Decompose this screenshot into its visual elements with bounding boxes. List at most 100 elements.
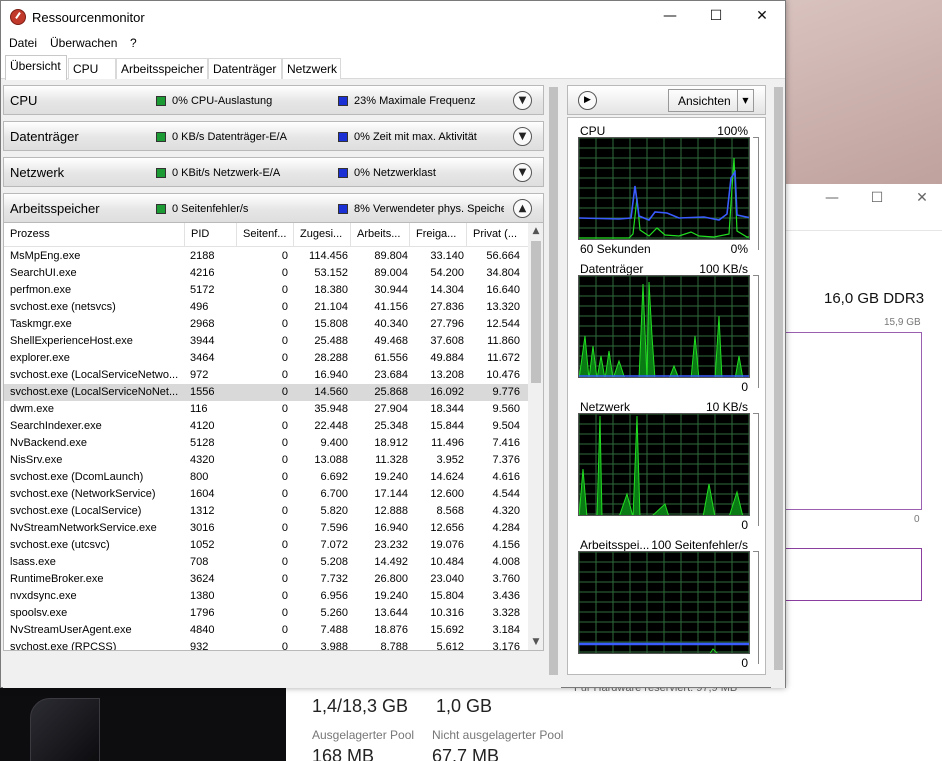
- chevron-up-icon[interactable]: ▲: [513, 199, 532, 218]
- disk-graph-scale: 100 KB/s: [699, 262, 748, 276]
- process-name-cell: nvxdsync.exe: [10, 590, 77, 602]
- table-row[interactable]: NvBackend.exe 5128 0 9.400 18.912 11.496 7.416: [4, 435, 528, 452]
- chevron-down-icon[interactable]: ▼: [513, 163, 532, 182]
- hard-faults-cell: 0: [281, 420, 288, 432]
- shareable-kb-cell: 23.040: [430, 573, 464, 585]
- table-row[interactable]: svchost.exe (DcomLaunch) 800 0 6.692 19.240 1…: [4, 469, 528, 486]
- bg-maximize-button[interactable]: ☐: [855, 184, 899, 212]
- process-pid-cell: 496: [190, 301, 209, 313]
- menu-help[interactable]: ?: [130, 36, 137, 50]
- table-row[interactable]: svchost.exe (LocalServiceNoNet... 1556 0 14…: [4, 384, 528, 401]
- table-scrollbar[interactable]: ▲ ▼: [528, 223, 543, 650]
- collapse-pane-icon[interactable]: ▶: [578, 91, 597, 110]
- dropdown-arrow-icon[interactable]: ▼: [737, 90, 753, 111]
- scrollbar-thumb[interactable]: [549, 87, 558, 675]
- graph-pane-scrollbar[interactable]: [771, 85, 785, 688]
- table-row[interactable]: Taskmgr.exe 2968 0 15.808 40.340 27.796 12.544: [4, 316, 528, 333]
- table-row[interactable]: svchost.exe (LocalService) 1312 0 5.820 12.8…: [4, 503, 528, 520]
- tab-cpu[interactable]: CPU: [68, 58, 116, 79]
- hard-faults-cell: 0: [281, 284, 288, 296]
- title-bar[interactable]: Ressourcenmonitor — ☐ ✕: [1, 1, 785, 33]
- green-square-icon: [156, 168, 166, 178]
- scrollbar-thumb[interactable]: [774, 87, 783, 670]
- column-header-privat[interactable]: Privat (...: [467, 223, 528, 247]
- section-network-header[interactable]: Netzwerk 0 KBit/s Netzwerk-E/A 0% Netzwe…: [3, 157, 544, 187]
- table-row[interactable]: lsass.exe 708 0 5.208 14.492 10.484 4.008: [4, 554, 528, 571]
- table-row[interactable]: svchost.exe (netsvcs) 496 0 21.104 41.156 27.…: [4, 299, 528, 316]
- working-set-kb-cell: 19.240: [374, 471, 408, 483]
- table-row[interactable]: SearchIndexer.exe 4120 0 22.448 25.348 15.844…: [4, 418, 528, 435]
- scroll-down-icon[interactable]: ▼: [528, 634, 543, 650]
- process-name-cell: spoolsv.exe: [10, 607, 68, 619]
- column-header-arbeitssatz[interactable]: Arbeits...: [351, 223, 410, 247]
- table-row[interactable]: ShellExperienceHost.exe 3944 0 25.488 49.468…: [4, 333, 528, 350]
- table-row[interactable]: NisSrv.exe 4320 0 13.088 11.328 3.952 7.376: [4, 452, 528, 469]
- column-header-seitenfehler[interactable]: Seitenf...: [237, 223, 294, 247]
- shareable-kb-cell: 14.624: [430, 471, 464, 483]
- disk-active-time-stat: 0% Zeit mit max. Aktivität: [354, 131, 477, 143]
- column-header-freigabe[interactable]: Freiga...: [410, 223, 467, 247]
- column-header-pid[interactable]: PID: [185, 223, 237, 247]
- minimize-button[interactable]: —: [647, 1, 693, 32]
- close-button[interactable]: ✕: [739, 1, 785, 32]
- process-name-cell: svchost.exe (netsvcs): [10, 301, 116, 313]
- table-row[interactable]: NvStreamNetworkService.exe 3016 0 7.596 16.9…: [4, 520, 528, 537]
- menu-ueberwachen[interactable]: Überwachen: [50, 36, 117, 50]
- chevron-down-icon[interactable]: ▼: [513, 127, 532, 146]
- bg-close-button[interactable]: ✕: [900, 184, 942, 212]
- column-header-prozess[interactable]: Prozess: [4, 223, 185, 247]
- table-row[interactable]: svchost.exe (NetworkService) 1604 0 6.700 17…: [4, 486, 528, 503]
- working-set-kb-cell: 23.684: [374, 369, 408, 381]
- table-row[interactable]: svchost.exe (RPCSS) 932 0 3.988 8.788 5.612 3.…: [4, 639, 528, 650]
- table-row[interactable]: svchost.exe (utcsvc) 1052 0 7.072 23.232 19.0…: [4, 537, 528, 554]
- table-row[interactable]: RuntimeBroker.exe 3624 0 7.732 26.800 23.040 3…: [4, 571, 528, 588]
- section-disk-header[interactable]: Datenträger 0 KB/s Datenträger-E/A 0% Ze…: [3, 121, 544, 151]
- shareable-kb-cell: 11.496: [431, 437, 464, 449]
- process-table: Prozess PID Seitenf... Zugesi... Arbeits…: [3, 223, 544, 651]
- process-pid-cell: 3464: [190, 352, 215, 364]
- green-square-icon: [156, 96, 166, 106]
- graph-scale-bracket: [753, 275, 759, 388]
- tab-datentraeger[interactable]: Datenträger: [208, 58, 282, 79]
- maximize-button[interactable]: ☐: [693, 1, 739, 32]
- table-row[interactable]: explorer.exe 3464 0 28.288 61.556 49.884 11.67…: [4, 350, 528, 367]
- commit-kb-cell: 13.088: [314, 454, 348, 466]
- table-row[interactable]: SearchUI.exe 4216 0 53.152 89.004 54.200 34.80…: [4, 265, 528, 282]
- table-row[interactable]: perfmon.exe 5172 0 18.380 30.944 14.304 16.640: [4, 282, 528, 299]
- tab-arbeitsspeicher[interactable]: Arbeitsspeicher: [116, 58, 208, 79]
- table-row[interactable]: svchost.exe (LocalServiceNetwo... 972 0 16.…: [4, 367, 528, 384]
- tab-uebersicht[interactable]: Übersicht: [5, 55, 67, 80]
- table-row[interactable]: spoolsv.exe 1796 0 5.260 13.644 10.316 3.328: [4, 605, 528, 622]
- overview-scrollbar[interactable]: [546, 85, 560, 688]
- scroll-up-icon[interactable]: ▲: [528, 223, 543, 239]
- physical-memory-stat: 8% Verwendeter phys. Speicher: [354, 203, 504, 215]
- process-name-cell: SearchUI.exe: [10, 267, 77, 279]
- column-header-zugesichert[interactable]: Zugesi...: [294, 223, 351, 247]
- table-row[interactable]: nvxdsync.exe 1380 0 6.956 19.240 15.804 3.436: [4, 588, 528, 605]
- green-square-icon: [156, 132, 166, 142]
- paged-pool-label: Ausgelagerter Pool: [312, 728, 415, 742]
- scrollbar-thumb[interactable]: [531, 241, 541, 383]
- chevron-down-icon[interactable]: ▼: [513, 91, 532, 110]
- process-name-cell: perfmon.exe: [10, 284, 72, 296]
- memory-capacity-label: 15,9 GB: [884, 317, 921, 328]
- table-row[interactable]: dwm.exe 116 0 35.948 27.904 18.344 9.560: [4, 401, 528, 418]
- table-row[interactable]: NvStreamUserAgent.exe 4840 0 7.488 18.876 15.…: [4, 622, 528, 639]
- working-set-kb-cell: 27.904: [374, 403, 408, 415]
- cpu-graph-scale: 100%: [717, 124, 748, 138]
- working-set-kb-cell: 26.800: [374, 573, 408, 585]
- process-pid-cell: 4216: [190, 267, 215, 279]
- views-button[interactable]: Ansichten ▼: [668, 89, 754, 112]
- table-row[interactable]: MsMpEng.exe 2188 0 114.456 89.804 33.140 56.66…: [4, 248, 528, 265]
- process-name-cell: ShellExperienceHost.exe: [10, 335, 133, 347]
- section-memory-header[interactable]: Arbeitsspeicher 0 Seitenfehler/s 8% Verw…: [3, 193, 544, 223]
- memory-graph: [578, 551, 750, 654]
- process-name-cell: explorer.exe: [10, 352, 70, 364]
- tab-netzwerk[interactable]: Netzwerk: [282, 58, 341, 79]
- working-set-kb-cell: 25.868: [374, 386, 408, 398]
- process-name-cell: dwm.exe: [10, 403, 55, 415]
- shareable-kb-cell: 3.952: [436, 454, 464, 466]
- section-cpu-header[interactable]: CPU 0% CPU-Auslastung 23% Maximale Frequ…: [3, 85, 544, 115]
- bg-minimize-button[interactable]: —: [810, 184, 854, 212]
- menu-datei[interactable]: Datei: [9, 36, 37, 50]
